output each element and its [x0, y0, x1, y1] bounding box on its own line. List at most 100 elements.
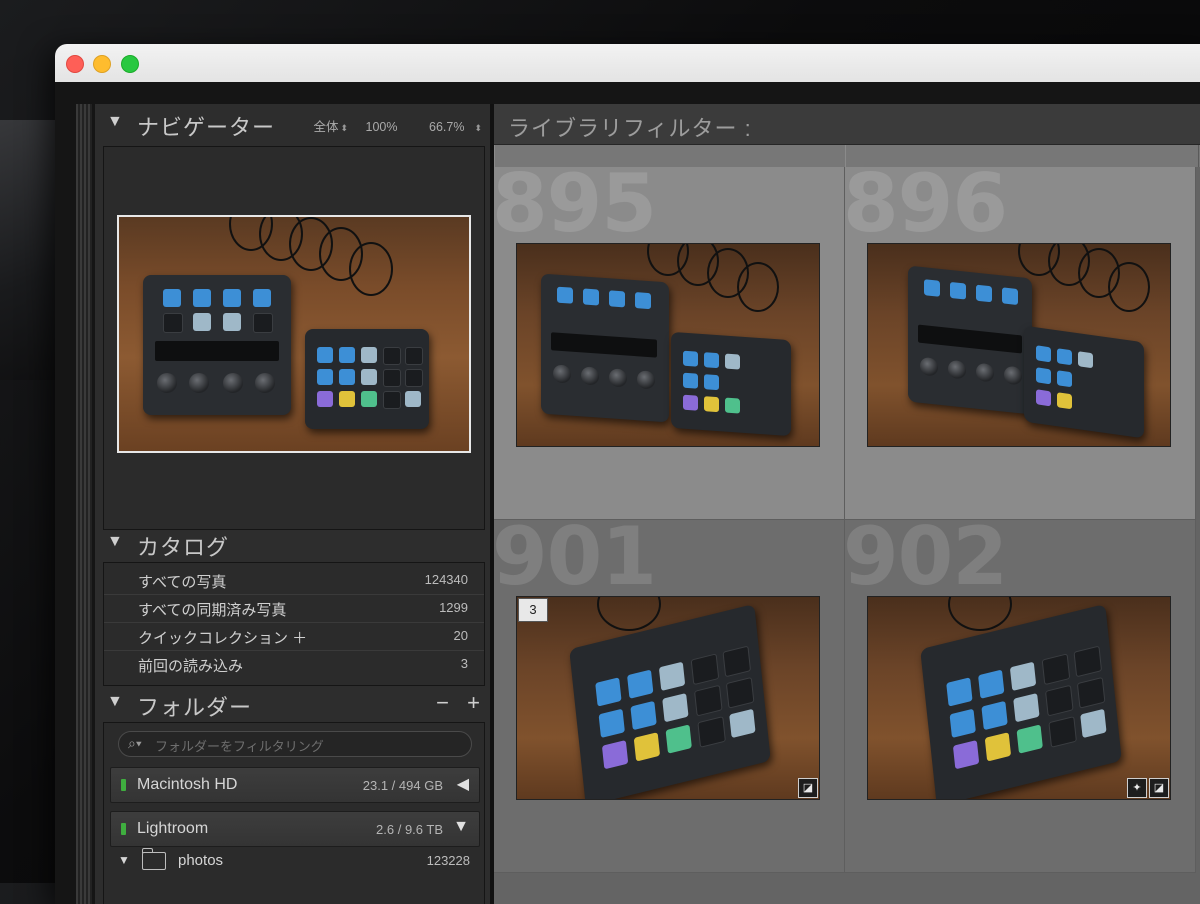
key [946, 677, 973, 707]
volume-name: Lightroom [137, 820, 209, 837]
cable-shape [948, 597, 1012, 631]
photo-thumbnail[interactable] [867, 243, 1171, 447]
key [690, 653, 720, 686]
key [1016, 724, 1043, 754]
volume-lightroom[interactable]: Lightroom 2.6 / 9.6 TB ▼ [110, 811, 480, 847]
search-icon[interactable]: ⌕▾ [128, 735, 142, 752]
folder-expand-triangle-icon[interactable]: ▼ [118, 853, 130, 867]
key [1080, 708, 1107, 739]
navigator-photo[interactable] [117, 215, 471, 453]
grid-cell[interactable]: 901 3 ◪ [494, 520, 845, 873]
photo-thumbnail[interactable] [516, 243, 820, 447]
add-folder-button[interactable]: + [467, 690, 480, 715]
stream-deck-plus-image [541, 273, 669, 423]
dial [189, 373, 209, 393]
key [697, 716, 726, 748]
catalog-item-all-photos[interactable]: すべての写真 124340 [104, 566, 484, 595]
key [583, 288, 599, 306]
folder-item-photos[interactable]: ▼ photos 123228 [110, 848, 478, 873]
dial [223, 373, 243, 393]
volume-name: Macintosh HD [137, 776, 238, 793]
cable-shape [1108, 262, 1150, 312]
key [193, 289, 211, 307]
ai-edit-icon[interactable]: ✦ [1127, 778, 1147, 798]
zoom-fit-option[interactable]: 全体 ⬍ [299, 120, 348, 134]
library-filter-title: ライブラリフィルター : [508, 116, 752, 141]
key [1036, 389, 1051, 407]
cable-shape [597, 597, 661, 631]
grid-cell[interactable]: 896 [845, 167, 1196, 520]
dial [157, 373, 177, 393]
cell-index-number: 896 [845, 167, 1008, 250]
expand-triangle-left-icon[interactable]: ◀ [457, 774, 469, 794]
stream-deck-mk2-image [1024, 325, 1144, 439]
catalog-item-synced-photos[interactable]: すべての同期済み写真 1299 [104, 594, 484, 623]
folder-count: 123228 [426, 853, 470, 868]
key [627, 669, 654, 699]
dial [553, 364, 571, 384]
key [984, 732, 1012, 762]
key [1076, 676, 1106, 709]
zoom-custom-option[interactable]: 66.7% ⬍ [415, 120, 482, 134]
key [704, 374, 719, 391]
key [952, 739, 980, 770]
collapse-triangle-icon[interactable]: ▼ [107, 693, 123, 711]
catalog-item-label: 前回の読み込み [138, 658, 244, 675]
navigator-header[interactable]: ▼ ナビゲーター 全体 ⬍ 100% 66.7% ⬍ [95, 104, 490, 142]
key [317, 369, 333, 385]
folder-search-input[interactable]: ⌕▾ フォルダーをフィルタリング [118, 731, 472, 757]
stack-count-badge[interactable]: 3 [518, 598, 548, 622]
collapse-triangle-icon[interactable]: ▼ [107, 113, 123, 131]
panel-edge-strip[interactable] [76, 104, 92, 904]
key [317, 347, 333, 363]
catalog-item-quick-collection[interactable]: クイックコレクション ＋ 20 [104, 622, 484, 651]
key [924, 279, 940, 297]
key [1073, 645, 1103, 678]
key [1078, 351, 1093, 369]
catalog-item-previous-import[interactable]: 前回の読み込み 3 [104, 650, 484, 678]
lcd-strip [551, 332, 657, 358]
folders-header[interactable]: ▼ フォルダー − + [95, 684, 490, 722]
navigator-zoom-options: 全体 ⬍ 100% 66.7% ⬍ [285, 116, 482, 135]
grid-cell[interactable]: 902 ✦ ◪ [845, 520, 1196, 873]
develop-icon[interactable]: ◪ [1149, 778, 1169, 798]
key [725, 676, 755, 709]
key [1057, 348, 1072, 366]
maximize-window-button[interactable] [121, 55, 139, 73]
minimize-window-button[interactable] [93, 55, 111, 73]
lcd-strip [918, 324, 1022, 354]
key [361, 369, 377, 385]
photo-thumbnail[interactable] [867, 596, 1171, 800]
key [704, 352, 719, 369]
key [1036, 345, 1051, 363]
collapse-triangle-icon[interactable]: ▼ [107, 533, 123, 551]
key [1057, 392, 1072, 410]
key [163, 289, 181, 307]
zoom-100-option[interactable]: 100% [366, 120, 398, 134]
key [683, 350, 698, 367]
key [976, 284, 992, 303]
close-window-button[interactable] [66, 55, 84, 73]
catalog-item-label: すべての同期済み写真 [138, 602, 287, 619]
key [704, 396, 719, 413]
collapse-triangle-down-icon[interactable]: ▼ [453, 818, 469, 836]
folder-name: photos [178, 852, 224, 869]
key [694, 684, 723, 717]
key [383, 347, 401, 365]
volume-status-led [121, 779, 126, 791]
stream-deck-mk2-image [671, 331, 791, 437]
key [725, 397, 740, 414]
dial [581, 366, 599, 386]
key [981, 700, 1008, 731]
catalog-item-label: すべての写真 [138, 574, 227, 591]
key [223, 289, 241, 307]
develop-icon[interactable]: ◪ [798, 778, 818, 798]
grid-cell[interactable]: 895 [494, 167, 845, 520]
key [361, 391, 377, 407]
key [1048, 716, 1077, 748]
volume-macintosh-hd[interactable]: Macintosh HD 23.1 / 494 GB ◀ [110, 767, 480, 803]
navigator-preview[interactable] [103, 146, 485, 530]
remove-folder-button[interactable]: − [436, 690, 449, 715]
catalog-header[interactable]: ▼ カタログ [95, 524, 490, 562]
photo-thumbnail[interactable] [516, 596, 820, 800]
